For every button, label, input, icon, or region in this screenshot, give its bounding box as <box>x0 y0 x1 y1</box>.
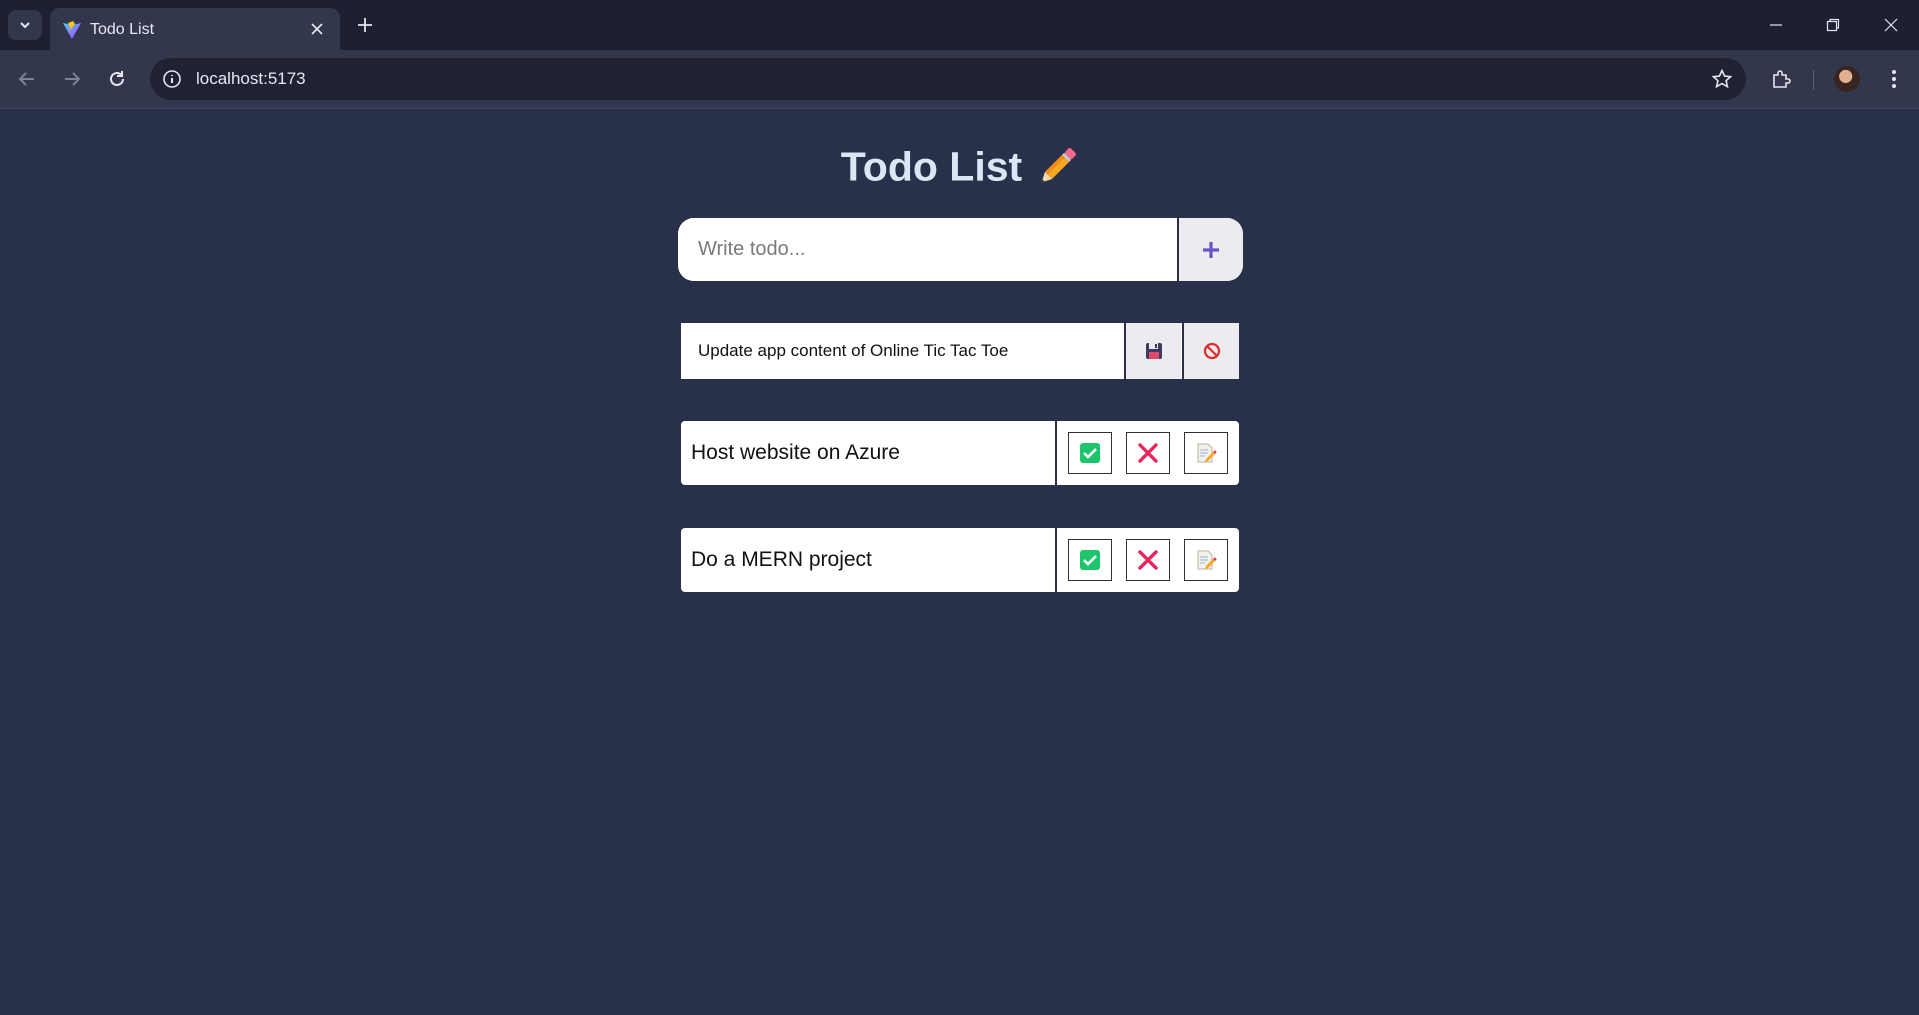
add-todo-form <box>678 218 1243 281</box>
reload-icon <box>110 71 124 86</box>
delete-todo-button[interactable] <box>1126 539 1170 581</box>
profile-avatar[interactable] <box>1834 66 1860 92</box>
extensions-button[interactable] <box>1765 63 1797 95</box>
toolbar-divider <box>1813 70 1814 90</box>
add-todo-button[interactable] <box>1177 218 1243 281</box>
minimize-button[interactable] <box>1753 8 1799 42</box>
todo-divider <box>1055 421 1057 485</box>
cancel-edit-button[interactable] <box>1182 323 1239 379</box>
complete-todo-button[interactable] <box>1068 432 1112 474</box>
arrow-left-icon <box>18 72 34 86</box>
floppy-disk-icon <box>1145 343 1162 359</box>
plus-icon <box>358 18 372 32</box>
cross-mark-icon <box>1138 550 1158 570</box>
complete-todo-button[interactable] <box>1068 539 1112 581</box>
todo-app: Todo List Write todo... Update app conte… <box>0 109 1919 1015</box>
puzzle-icon <box>1773 70 1791 88</box>
edit-todo-button[interactable] <box>1184 432 1228 474</box>
edit-todo-input[interactable] <box>681 323 1124 379</box>
url-text: localhost:5173 <box>196 69 306 88</box>
browser-toolbar: localhost:5173 <box>0 50 1919 109</box>
todo-divider <box>1055 528 1057 592</box>
todo-text: Do a MERN project <box>691 548 872 571</box>
prohibited-icon <box>1203 342 1220 360</box>
edit-todo-button[interactable] <box>1184 539 1228 581</box>
address-bar[interactable]: localhost:5173 <box>150 58 1746 100</box>
back-button[interactable] <box>10 62 44 96</box>
close-icon <box>1884 18 1898 32</box>
tab-search-button[interactable] <box>8 10 42 40</box>
reload-button[interactable] <box>100 62 134 96</box>
memo-icon <box>1197 443 1217 463</box>
delete-todo-button[interactable] <box>1126 432 1170 474</box>
cross-mark-icon <box>1138 443 1158 463</box>
todo-input[interactable] <box>678 218 1176 281</box>
site-info-button[interactable] <box>158 65 186 93</box>
todo-text: Host website on Azure <box>691 441 900 464</box>
close-icon <box>311 23 323 35</box>
new-tab-button[interactable] <box>352 12 378 38</box>
star-icon <box>1712 69 1732 89</box>
browser-tab-active[interactable]: Todo List <box>50 8 340 50</box>
check-box-icon <box>1080 550 1100 570</box>
info-icon <box>163 70 181 88</box>
restore-button[interactable] <box>1810 8 1856 42</box>
window-close-button[interactable] <box>1868 8 1914 42</box>
forward-button[interactable] <box>55 62 89 96</box>
plus-icon <box>1203 241 1219 258</box>
tab-close-button[interactable] <box>306 18 328 40</box>
pencil-icon <box>1041 148 1077 183</box>
tab-title: Todo List <box>90 21 155 38</box>
page-title: Todo List <box>0 141 1919 191</box>
arrow-right-icon <box>65 72 81 86</box>
save-todo-button[interactable] <box>1124 323 1181 379</box>
todo-item: Do a MERN project <box>681 528 1239 592</box>
restore-icon <box>1826 18 1840 32</box>
browser-menu-button[interactable] <box>1878 63 1910 95</box>
edit-todo-row <box>681 323 1239 379</box>
memo-icon <box>1197 550 1217 570</box>
browser-tab-strip: Todo List <box>0 0 1919 50</box>
check-box-icon <box>1080 443 1100 463</box>
page-title-text: Todo List <box>840 143 1023 190</box>
bookmark-button[interactable] <box>1710 67 1734 91</box>
vite-logo-icon <box>63 21 81 39</box>
more-vertical-icon <box>1892 70 1896 88</box>
todo-item: Host website on Azure <box>681 421 1239 485</box>
minimize-icon <box>1770 24 1782 26</box>
chevron-down-icon <box>20 22 30 29</box>
